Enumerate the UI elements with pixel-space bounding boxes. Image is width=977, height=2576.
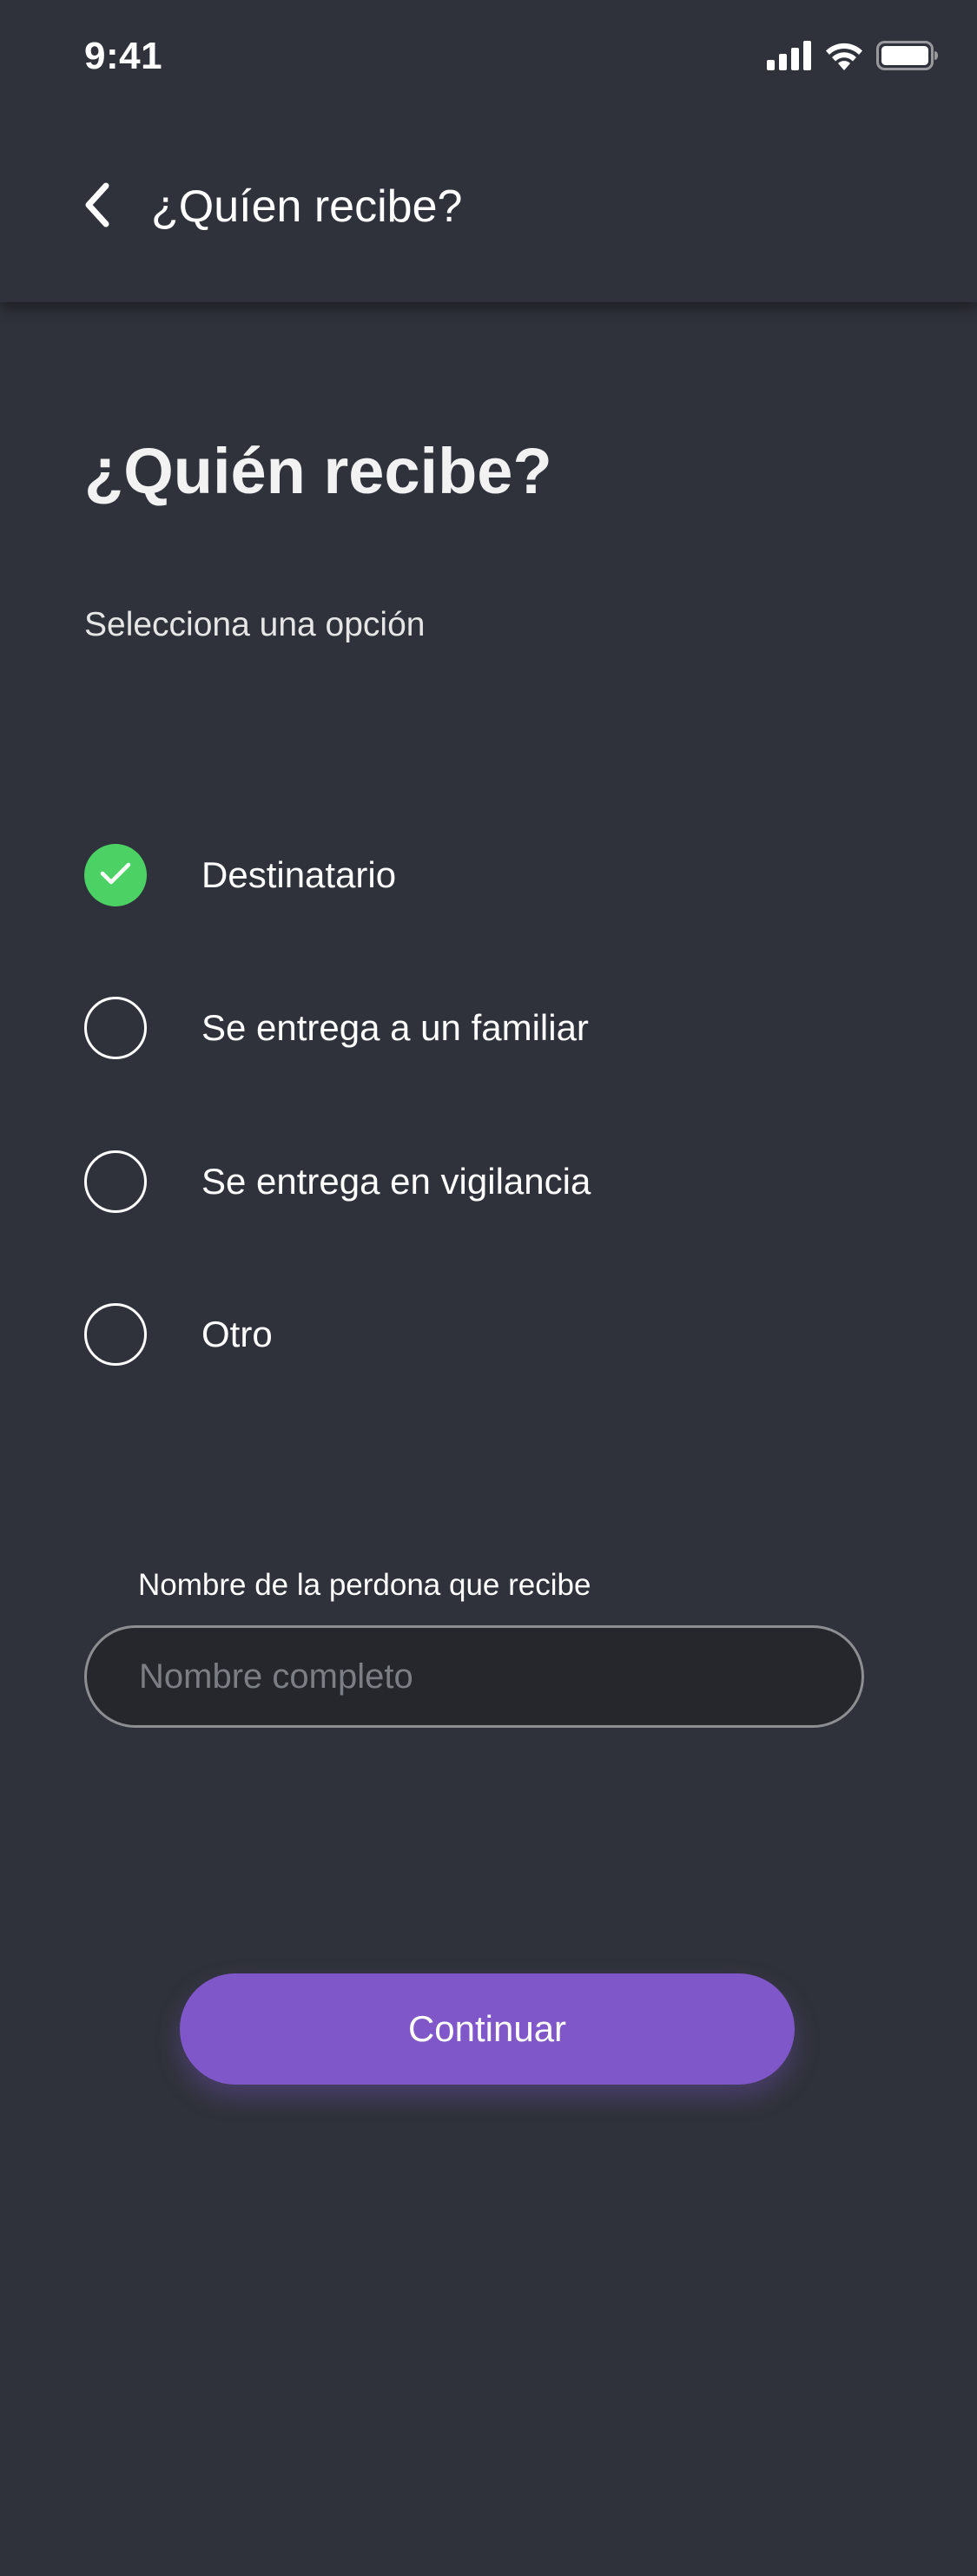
header-title: ¿Quíen recibe? — [151, 181, 463, 232]
radio-unselected[interactable] — [84, 1303, 147, 1366]
radio-selected[interactable] — [84, 844, 147, 906]
screen: 9:41 ¿Quíen recibe? ¿Quién recibe? Selec… — [0, 0, 977, 2576]
status-bar: 9:41 — [0, 0, 977, 113]
option-otro[interactable]: Otro — [84, 1301, 901, 1367]
page-title: ¿Quién recibe? — [84, 435, 552, 507]
option-label: Destinatario — [201, 854, 397, 895]
option-vigilancia[interactable]: Se entrega en vigilancia — [84, 1149, 901, 1215]
status-icons — [767, 40, 939, 75]
wifi-icon — [824, 41, 864, 75]
continue-button[interactable]: Continuar — [180, 1973, 795, 2085]
status-time: 9:41 — [84, 35, 163, 77]
option-label: Se entrega a un familiar — [201, 1007, 589, 1048]
recipient-name-label: Nombre de la perdona que recibe — [138, 1568, 591, 1602]
page-subtitle: Selecciona una opción — [84, 606, 426, 643]
back-button[interactable] — [73, 174, 122, 240]
option-label: Se entrega en vigilancia — [201, 1161, 591, 1202]
cellular-signal-icon — [767, 40, 812, 75]
radio-unselected[interactable] — [84, 997, 147, 1059]
option-familiar[interactable]: Se entrega a un familiar — [84, 995, 901, 1061]
recipient-name-input[interactable] — [84, 1625, 864, 1728]
option-destinatario[interactable]: Destinatario — [84, 842, 901, 908]
battery-icon — [876, 40, 939, 75]
checkmark-icon — [100, 861, 131, 890]
chevron-left-icon — [83, 182, 111, 232]
option-label: Otro — [201, 1314, 273, 1354]
app-header: 9:41 ¿Quíen recibe? — [0, 0, 977, 302]
radio-unselected[interactable] — [84, 1150, 147, 1213]
